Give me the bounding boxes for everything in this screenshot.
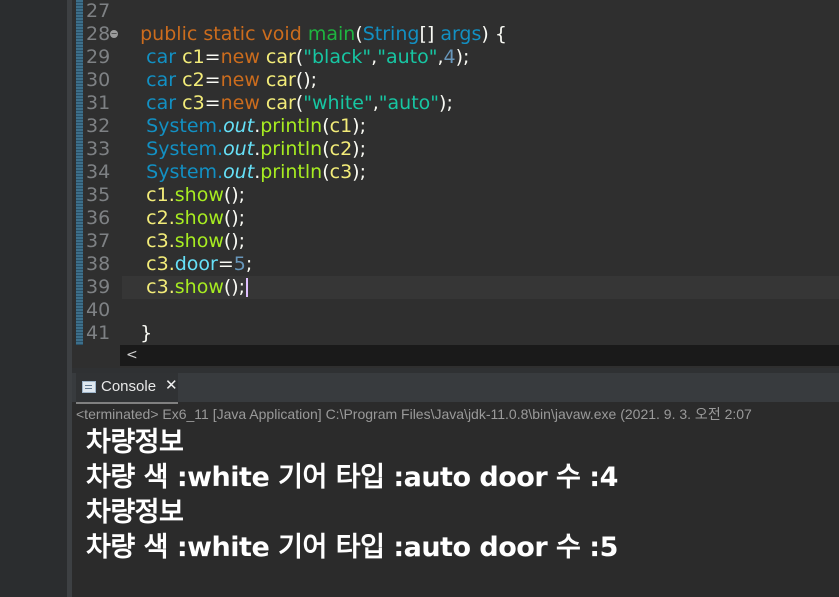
collapse-fold-icon[interactable]: − [110,30,118,38]
console-view: Console ✕ <terminated> Ex6_11 [Java Appl… [72,373,839,597]
output-line: 차량 색 :white 기어 타입 :auto door 수 :4 [86,462,618,493]
text-caret [246,278,249,297]
code-line-37[interactable]: c3.show(); [122,230,839,253]
code-line-39-current[interactable]: c3.show(); [122,276,839,299]
code-line-33[interactable]: System.out.println(c2); [122,138,839,161]
code-line-30[interactable]: car c2=new car(); [122,69,839,92]
code-line-34[interactable]: System.out.println(c3); [122,161,839,184]
code-line-29[interactable]: car c1=new car("black","auto",4); [122,46,839,69]
code-line-35[interactable]: c1.show(); [122,184,839,207]
left-panel-strip [0,0,67,597]
output-line: 차량 색 :white 기어 타입 :auto door 수 :5 [86,532,618,563]
code-line-31[interactable]: car c3=new car("white","auto"); [122,92,839,115]
scroll-left-icon[interactable]: < [126,345,138,366]
close-tab-icon[interactable]: ✕ [165,376,178,394]
console-output[interactable]: 차량정보 차량 색 :white 기어 타입 :auto door 수 :4 차… [86,425,618,565]
output-line: 차량정보 [86,497,184,528]
code-area[interactable]: public static void main(String[] args) {… [122,0,839,345]
code-line-32[interactable]: System.out.println(c1); [122,115,839,138]
tab-console[interactable]: Console ✕ [76,373,178,404]
code-line-36[interactable]: c2.show(); [122,207,839,230]
code-line-27[interactable] [122,0,839,23]
code-line-41[interactable]: } [122,322,839,345]
console-icon [82,381,96,393]
code-editor[interactable]: 27 28− 29 30 31 32 33 34 35 36 37 38 39 … [72,0,839,368]
process-status: <terminated> Ex6_11 [Java Application] C… [76,406,752,422]
console-tab-bar: Console ✕ [72,373,839,404]
output-line: 차량정보 [86,427,184,458]
code-line-38[interactable]: c3.door=5; [122,253,839,276]
change-ruler [76,0,83,345]
code-line-28[interactable]: public static void main(String[] args) { [122,23,839,46]
horizontal-scrollbar[interactable]: < [120,345,839,366]
tab-label: Console [101,378,157,395]
code-line-40[interactable] [122,299,839,322]
